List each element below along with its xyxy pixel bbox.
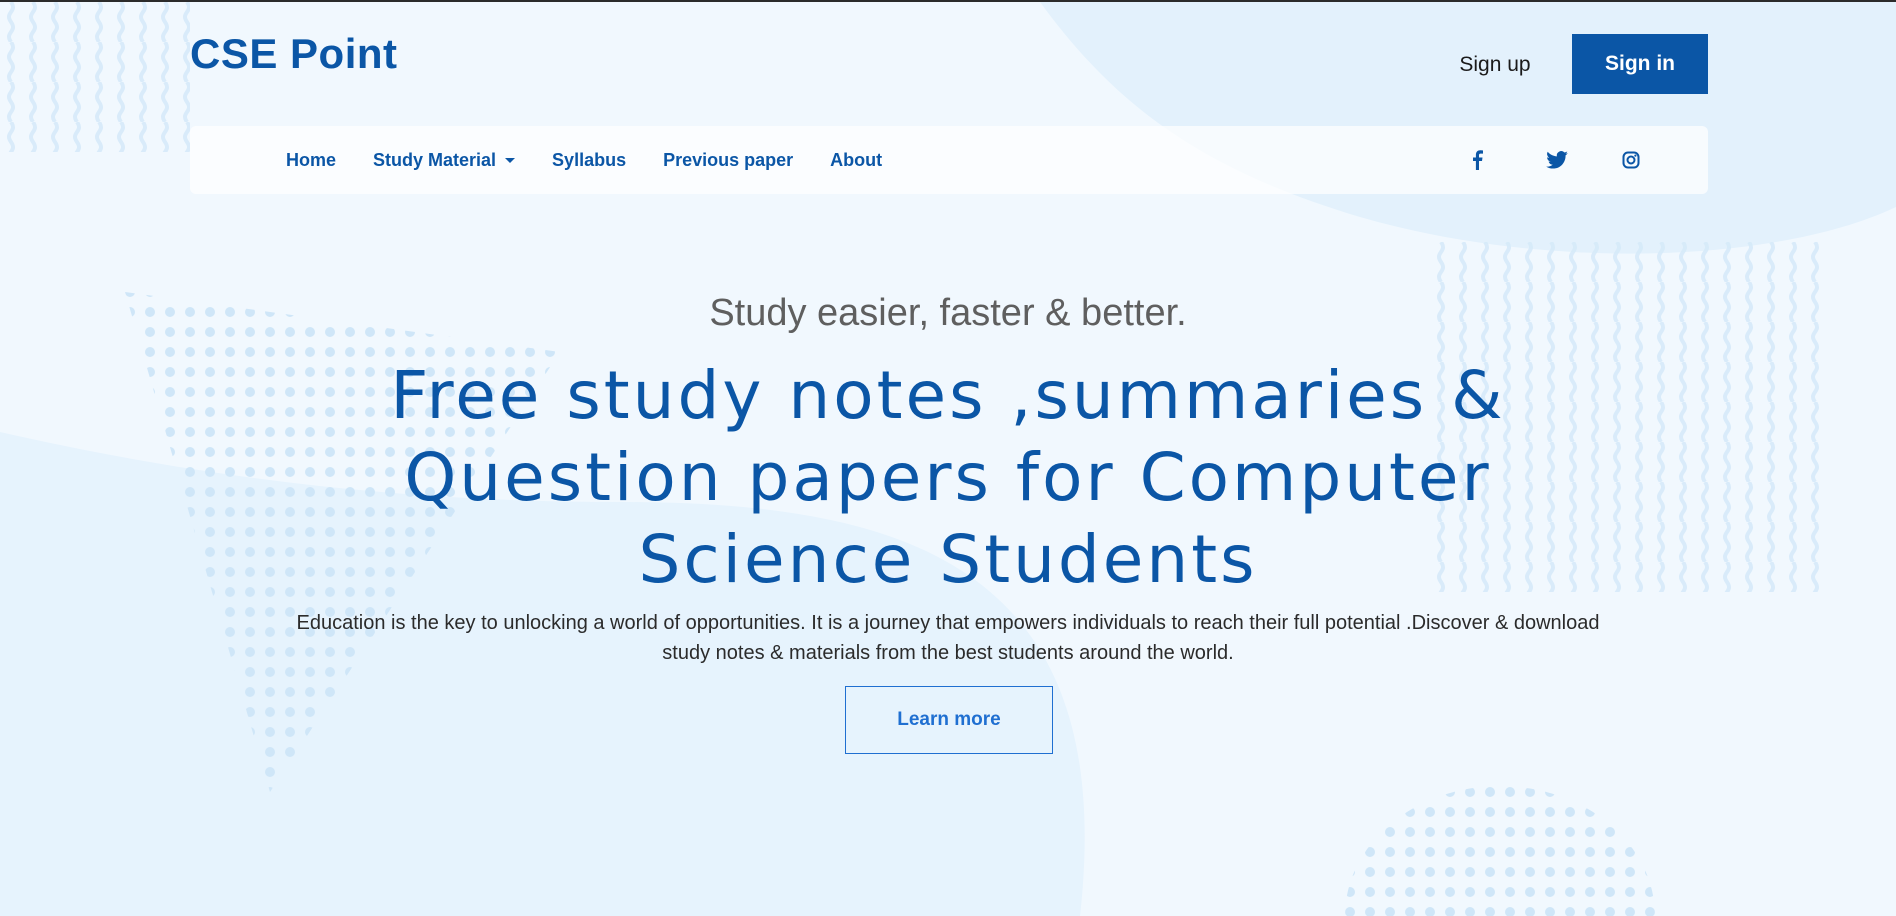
hero-title-line: Free study notes ,summaries & (390, 357, 1506, 434)
learn-more-button[interactable]: Learn more (845, 686, 1053, 754)
twitter-icon[interactable] (1546, 126, 1568, 194)
hero-title-line: Science Students (638, 521, 1258, 598)
nav-item-about[interactable]: About (830, 150, 882, 171)
chevron-down-icon (505, 157, 516, 163)
nav-item-label: Previous paper (663, 149, 794, 170)
signin-button[interactable]: Sign in (1572, 34, 1708, 94)
hero-subtitle: Study easier, faster & better. (709, 292, 1187, 334)
facebook-icon[interactable] (1470, 126, 1484, 194)
nav-item-previous-paper[interactable]: Previous paper (663, 150, 793, 171)
nav-item-label: About (830, 149, 883, 170)
signup-button[interactable]: Sign up (1440, 36, 1550, 94)
nav-item-label: Study Material (373, 149, 497, 170)
nav-item-home[interactable]: Home (286, 150, 336, 171)
nav-item-label: Syllabus (552, 149, 627, 170)
hero-title-line: Question papers for Computer (404, 439, 1492, 516)
nav-item-label: Home (286, 149, 337, 170)
hero-description: Education is the key to unlocking a worl… (296, 612, 1600, 664)
instagram-icon[interactable] (1622, 126, 1640, 194)
hero-title: Free study notes ,summaries & Question p… (360, 355, 1536, 601)
nav-item-syllabus[interactable]: Syllabus (552, 150, 626, 171)
main-navbar: Home Study Material Syllabus Previous pa… (190, 126, 1708, 194)
nav-item-study-material[interactable]: Study Material (373, 149, 516, 171)
brand-logo[interactable]: CSE Point (190, 30, 398, 78)
